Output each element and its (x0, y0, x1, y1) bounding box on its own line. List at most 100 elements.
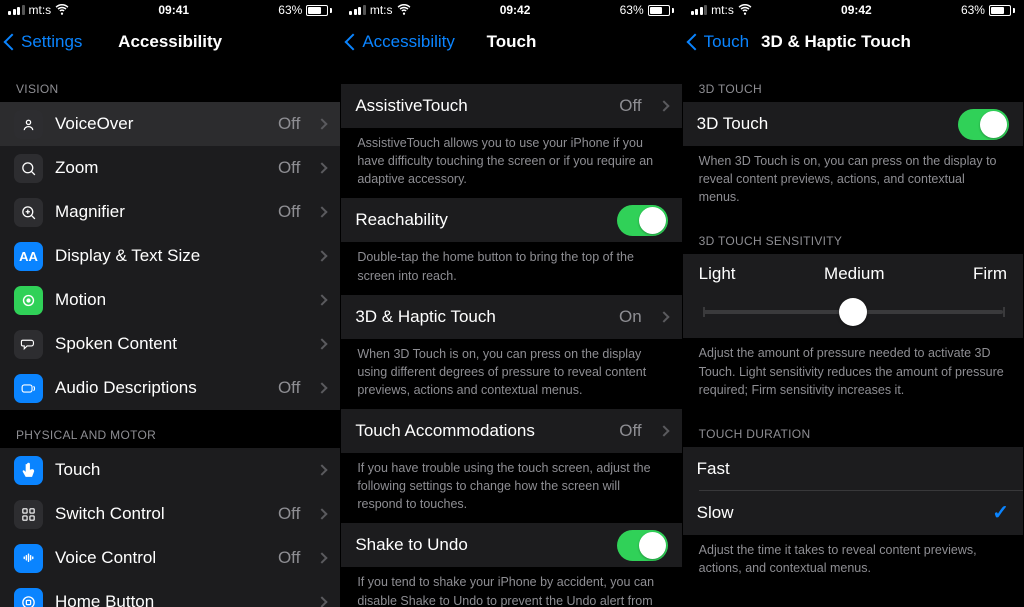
signal-bars-icon (349, 5, 366, 15)
row-value: On (619, 307, 642, 327)
pane-accessibility: mt:s 09:41 63% Settings Accessibility Vi… (0, 0, 341, 607)
back-button[interactable]: Accessibility (341, 32, 455, 52)
switch-control-icon (14, 500, 43, 529)
wifi-icon (738, 2, 752, 19)
section-test-header: 3D Touch Sensitivity and Touch Duration … (683, 587, 1023, 607)
status-time: 09:42 (500, 3, 531, 17)
sensitivity-slider[interactable] (703, 310, 1003, 314)
row-label: Fast (697, 459, 1009, 479)
row-voiceover[interactable]: VoiceOver Off (0, 102, 340, 146)
chevron-right-icon (317, 508, 328, 519)
row-label: Motion (55, 290, 300, 310)
footer-sensitivity: Adjust the amount of pressure needed to … (683, 338, 1023, 408)
nav-bar: Accessibility Touch (341, 20, 681, 64)
row-3d-haptic-touch[interactable]: 3D & Haptic Touch On (341, 295, 681, 339)
voiceover-icon (14, 110, 43, 139)
spoken-content-icon (14, 330, 43, 359)
carrier-label: mt:s (711, 3, 734, 17)
status-bar: mt:s 09:42 63% (683, 0, 1023, 20)
row-audio-descriptions[interactable]: Audio Descriptions Off (0, 366, 340, 410)
status-bar: mt:s 09:42 63% (341, 0, 681, 20)
chevron-left-icon (686, 34, 703, 51)
reachability-toggle[interactable] (617, 205, 668, 236)
row-label: Voice Control (55, 548, 266, 568)
row-label: Reachability (355, 210, 604, 230)
wifi-icon (397, 2, 411, 19)
row-label: Touch Accommodations (355, 421, 607, 441)
page-title: 3D & Haptic Touch (761, 32, 911, 52)
row-value: Off (278, 504, 300, 524)
battery-pct: 63% (961, 3, 985, 17)
carrier-label: mt:s (29, 3, 52, 17)
row-shake-to-undo[interactable]: Shake to Undo (341, 523, 681, 567)
status-time: 09:42 (841, 3, 872, 17)
row-switch-control[interactable]: Switch Control Off (0, 492, 340, 536)
battery-pct: 63% (278, 3, 302, 17)
section-motor-header: Physical and Motor (0, 410, 340, 448)
row-label: Audio Descriptions (55, 378, 266, 398)
row-3d-touch[interactable]: 3D Touch (683, 102, 1023, 146)
footer-3d-haptic: When 3D Touch is on, you can press on th… (341, 339, 681, 409)
back-button[interactable]: Touch (683, 32, 749, 52)
zoom-icon (14, 154, 43, 183)
sensitivity-slider-group: Light Medium Firm (683, 254, 1023, 338)
row-assistive-touch[interactable]: AssistiveTouch Off (341, 84, 681, 128)
row-label: AssistiveTouch (355, 96, 607, 116)
chevron-right-icon (658, 100, 669, 111)
battery-icon (306, 5, 332, 16)
shake-to-undo-toggle[interactable] (617, 530, 668, 561)
chevron-right-icon (317, 250, 328, 261)
audio-descriptions-icon (14, 374, 43, 403)
chevron-right-icon (317, 206, 328, 217)
row-label: Zoom (55, 158, 266, 178)
slider-label-medium: Medium (824, 264, 884, 284)
row-reachability[interactable]: Reachability (341, 198, 681, 242)
row-touch-accommodations[interactable]: Touch Accommodations Off (341, 409, 681, 453)
row-label: VoiceOver (55, 114, 266, 134)
row-touch[interactable]: Touch (0, 448, 340, 492)
back-button[interactable]: Settings (0, 32, 82, 52)
row-home-button[interactable]: Home Button (0, 580, 340, 607)
section-duration-header: Touch Duration (683, 409, 1023, 447)
footer-assistive: AssistiveTouch allows you to use your iP… (341, 128, 681, 198)
row-value: Off (278, 158, 300, 178)
row-label: Slow (697, 503, 981, 523)
slider-label-light: Light (699, 264, 736, 284)
chevron-right-icon (317, 338, 328, 349)
footer-3d-touch: When 3D Touch is on, you can press on th… (683, 146, 1023, 216)
signal-bars-icon (691, 5, 708, 15)
footer-shake: If you tend to shake your iPhone by acci… (341, 567, 681, 607)
row-motion[interactable]: Motion (0, 278, 340, 322)
footer-reachability: Double-tap the home button to bring the … (341, 242, 681, 294)
row-label: 3D Touch (697, 114, 946, 134)
row-value: Off (278, 548, 300, 568)
row-label: Magnifier (55, 202, 266, 222)
row-label: Home Button (55, 592, 300, 607)
page-title: Accessibility (118, 32, 222, 52)
row-label: Shake to Undo (355, 535, 604, 555)
magnifier-icon (14, 198, 43, 227)
row-zoom[interactable]: Zoom Off (0, 146, 340, 190)
motion-icon (14, 286, 43, 315)
section-sensitivity-header: 3D Touch Sensitivity (683, 216, 1023, 254)
chevron-right-icon (658, 425, 669, 436)
3d-touch-toggle[interactable] (958, 109, 1009, 140)
battery-icon (989, 5, 1015, 16)
chevron-right-icon (317, 552, 328, 563)
row-magnifier[interactable]: Magnifier Off (0, 190, 340, 234)
row-duration-slow[interactable]: Slow ✓ (683, 491, 1023, 535)
status-bar: mt:s 09:41 63% (0, 0, 340, 20)
row-display-text-size[interactable]: AA Display & Text Size (0, 234, 340, 278)
row-spoken-content[interactable]: Spoken Content (0, 322, 340, 366)
home-button-icon (14, 588, 43, 607)
pane-3d-haptic: mt:s 09:42 63% Touch 3D & Haptic Touch 3… (683, 0, 1024, 607)
footer-duration: Adjust the time it takes to reveal conte… (683, 535, 1023, 587)
slider-thumb[interactable] (839, 298, 867, 326)
battery-pct: 63% (620, 3, 644, 17)
row-duration-fast[interactable]: Fast (683, 447, 1023, 491)
row-value: Off (619, 421, 641, 441)
row-label: Display & Text Size (55, 246, 300, 266)
checkmark-icon: ✓ (992, 500, 1009, 525)
row-voice-control[interactable]: Voice Control Off (0, 536, 340, 580)
status-time: 09:41 (158, 3, 189, 17)
